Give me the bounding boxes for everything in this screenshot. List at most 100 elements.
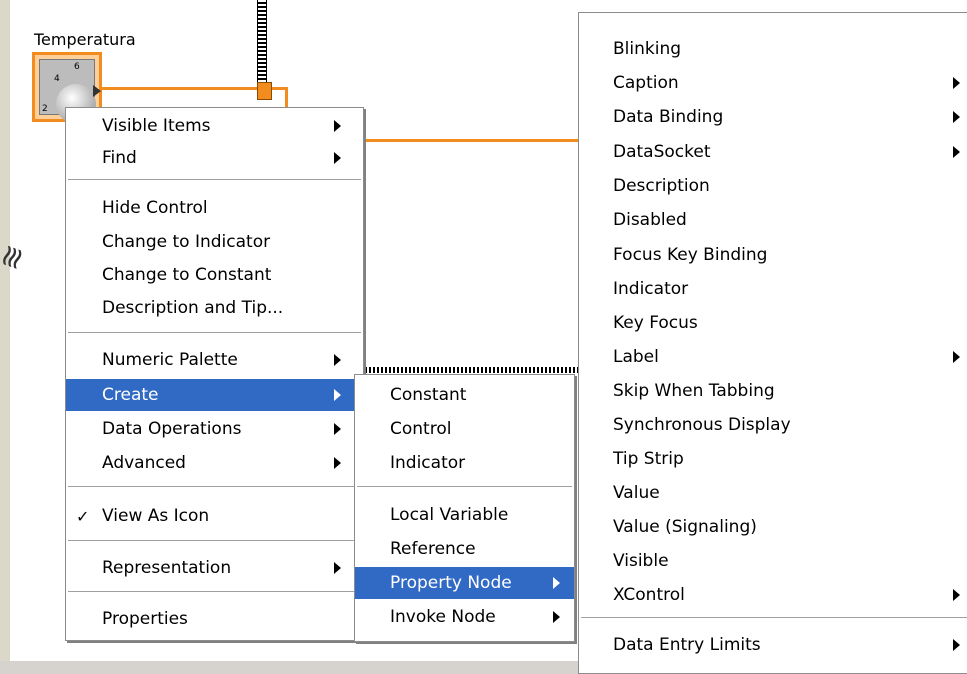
submenu-arrow-icon: [334, 354, 341, 366]
menu-item-constant[interactable]: Constant: [355, 379, 574, 411]
menu-separator: [68, 332, 361, 333]
menu-item-label: Property Node: [390, 573, 512, 593]
submenu-arrow-icon: [953, 351, 960, 363]
property-node-submenu: Blinking Caption Data Binding DataSocket…: [578, 12, 967, 674]
menu-item-numeric-palette[interactable]: Numeric Palette: [66, 344, 363, 376]
menu-item-control[interactable]: Control: [355, 413, 574, 445]
menu-item-label: Synchronous Display: [613, 415, 791, 435]
checkmark-icon: ✓: [76, 506, 90, 526]
menu-item-caption[interactable]: Caption: [579, 67, 967, 99]
submenu-arrow-icon: [334, 152, 341, 164]
menu-item-skip-when-tabbing[interactable]: Skip When Tabbing: [579, 375, 967, 407]
menu-item-description-and-tip[interactable]: Description and Tip...: [66, 292, 363, 324]
menu-item-blinking[interactable]: Blinking: [579, 33, 967, 65]
menu-item-label: Data Operations: [102, 419, 242, 439]
menu-item-advanced[interactable]: Advanced: [66, 447, 363, 479]
menu-item-disabled[interactable]: Disabled: [579, 204, 967, 236]
menu-item-label: Label: [613, 347, 659, 367]
menu-item-label: Invoke Node: [390, 607, 496, 627]
menu-item-invoke-node[interactable]: Invoke Node: [355, 601, 574, 633]
menu-item-label: Indicator: [613, 279, 689, 299]
menu-item-property-node[interactable]: Property Node: [355, 567, 574, 599]
menu-item-label: Control: [390, 419, 452, 439]
output-terminal-icon: [93, 85, 101, 97]
menu-separator: [68, 486, 361, 487]
menu-item-indicator-prop[interactable]: Indicator: [579, 273, 967, 305]
menu-item-label: Caption: [613, 73, 679, 93]
menu-item-label: Representation: [102, 558, 232, 578]
menu-item-label: Create: [102, 385, 159, 405]
submenu-arrow-icon: [953, 111, 960, 123]
menu-item-visible-items[interactable]: Visible Items: [66, 110, 363, 142]
menu-item-value[interactable]: Value: [579, 477, 967, 509]
menu-separator: [357, 486, 572, 487]
menu-item-indicator[interactable]: Indicator: [355, 447, 574, 479]
menu-item-xcontrol[interactable]: XControl: [579, 579, 967, 611]
menu-item-change-to-indicator[interactable]: Change to Indicator: [66, 226, 363, 258]
menu-item-datasocket[interactable]: DataSocket: [579, 136, 967, 168]
menu-item-label-prop[interactable]: Label: [579, 341, 967, 373]
menu-item-label: View As Icon: [102, 506, 210, 526]
control-label: Temperatura: [34, 30, 136, 49]
menu-item-find[interactable]: Find: [66, 142, 363, 174]
menu-item-hide-control[interactable]: Hide Control: [66, 192, 363, 224]
menu-item-label: Change to Constant: [102, 265, 272, 285]
menu-item-visible[interactable]: Visible: [579, 545, 967, 577]
submenu-arrow-icon: [334, 120, 341, 132]
menu-item-label: Visible Items: [102, 116, 211, 136]
menu-item-tip-strip[interactable]: Tip Strip: [579, 443, 967, 475]
submenu-arrow-icon: [334, 423, 341, 435]
menu-separator: [68, 591, 361, 592]
cluster-wire-horizontal: [365, 367, 580, 373]
menu-separator: [581, 617, 967, 618]
submenu-arrow-icon: [334, 457, 341, 469]
menu-item-label: XControl: [613, 585, 685, 605]
menu-item-label: Data Entry Limits: [613, 635, 761, 655]
menu-item-value-signaling[interactable]: Value (Signaling): [579, 511, 967, 543]
submenu-arrow-icon: [953, 589, 960, 601]
menu-separator: [68, 540, 361, 541]
menu-item-label: Description: [613, 176, 710, 196]
menu-item-key-focus[interactable]: Key Focus: [579, 307, 967, 339]
submenu-arrow-icon: [953, 77, 960, 89]
knob-scale-label: 4: [54, 74, 60, 84]
knob-scale-label: 6: [74, 62, 80, 72]
menu-item-label: Local Variable: [390, 505, 509, 525]
menu-item-create[interactable]: Create: [66, 379, 363, 411]
menu-item-label: Hide Control: [102, 198, 208, 218]
submenu-arrow-icon: [953, 146, 960, 158]
menu-item-label: Advanced: [102, 453, 186, 473]
context-menu: Visible Items Find Hide Control Change t…: [65, 107, 364, 641]
menu-item-label: Disabled: [613, 210, 687, 230]
menu-item-label: Blinking: [613, 39, 682, 59]
menu-item-label: Constant: [390, 385, 467, 405]
menu-item-reference[interactable]: Reference: [355, 533, 574, 565]
menu-item-label: Tip Strip: [613, 449, 684, 469]
menu-item-synchronous-display[interactable]: Synchronous Display: [579, 409, 967, 441]
menu-item-label: DataSocket: [613, 142, 711, 162]
menu-item-label: Value (Signaling): [613, 517, 757, 537]
submenu-arrow-icon: [334, 389, 341, 401]
menu-item-data-operations[interactable]: Data Operations: [66, 413, 363, 445]
menu-item-properties[interactable]: Properties: [66, 603, 363, 635]
menu-item-label: Description and Tip...: [102, 298, 284, 318]
menu-item-description[interactable]: Description: [579, 170, 967, 202]
menu-item-label: Key Focus: [613, 313, 698, 333]
menu-item-representation[interactable]: Representation: [66, 552, 363, 584]
menu-item-label: Value: [613, 483, 660, 503]
menu-item-label: Find: [102, 148, 137, 168]
menu-item-focus-key-binding[interactable]: Focus Key Binding: [579, 239, 967, 271]
menu-item-view-as-icon[interactable]: ✓ View As Icon: [66, 500, 363, 532]
menu-item-label: Change to Indicator: [102, 232, 271, 252]
menu-item-label: Visible: [613, 551, 669, 571]
wire-junction: [257, 82, 272, 100]
menu-item-label: Properties: [102, 609, 188, 629]
menu-item-label: Focus Key Binding: [613, 245, 768, 265]
submenu-arrow-icon: [953, 639, 960, 651]
menu-item-local-variable[interactable]: Local Variable: [355, 499, 574, 531]
menu-item-label: Indicator: [390, 453, 466, 473]
menu-item-change-to-constant[interactable]: Change to Constant: [66, 259, 363, 291]
knob-scale-label: 2: [42, 104, 48, 114]
menu-item-data-entry-limits[interactable]: Data Entry Limits: [579, 629, 967, 661]
menu-item-data-binding[interactable]: Data Binding: [579, 101, 967, 133]
